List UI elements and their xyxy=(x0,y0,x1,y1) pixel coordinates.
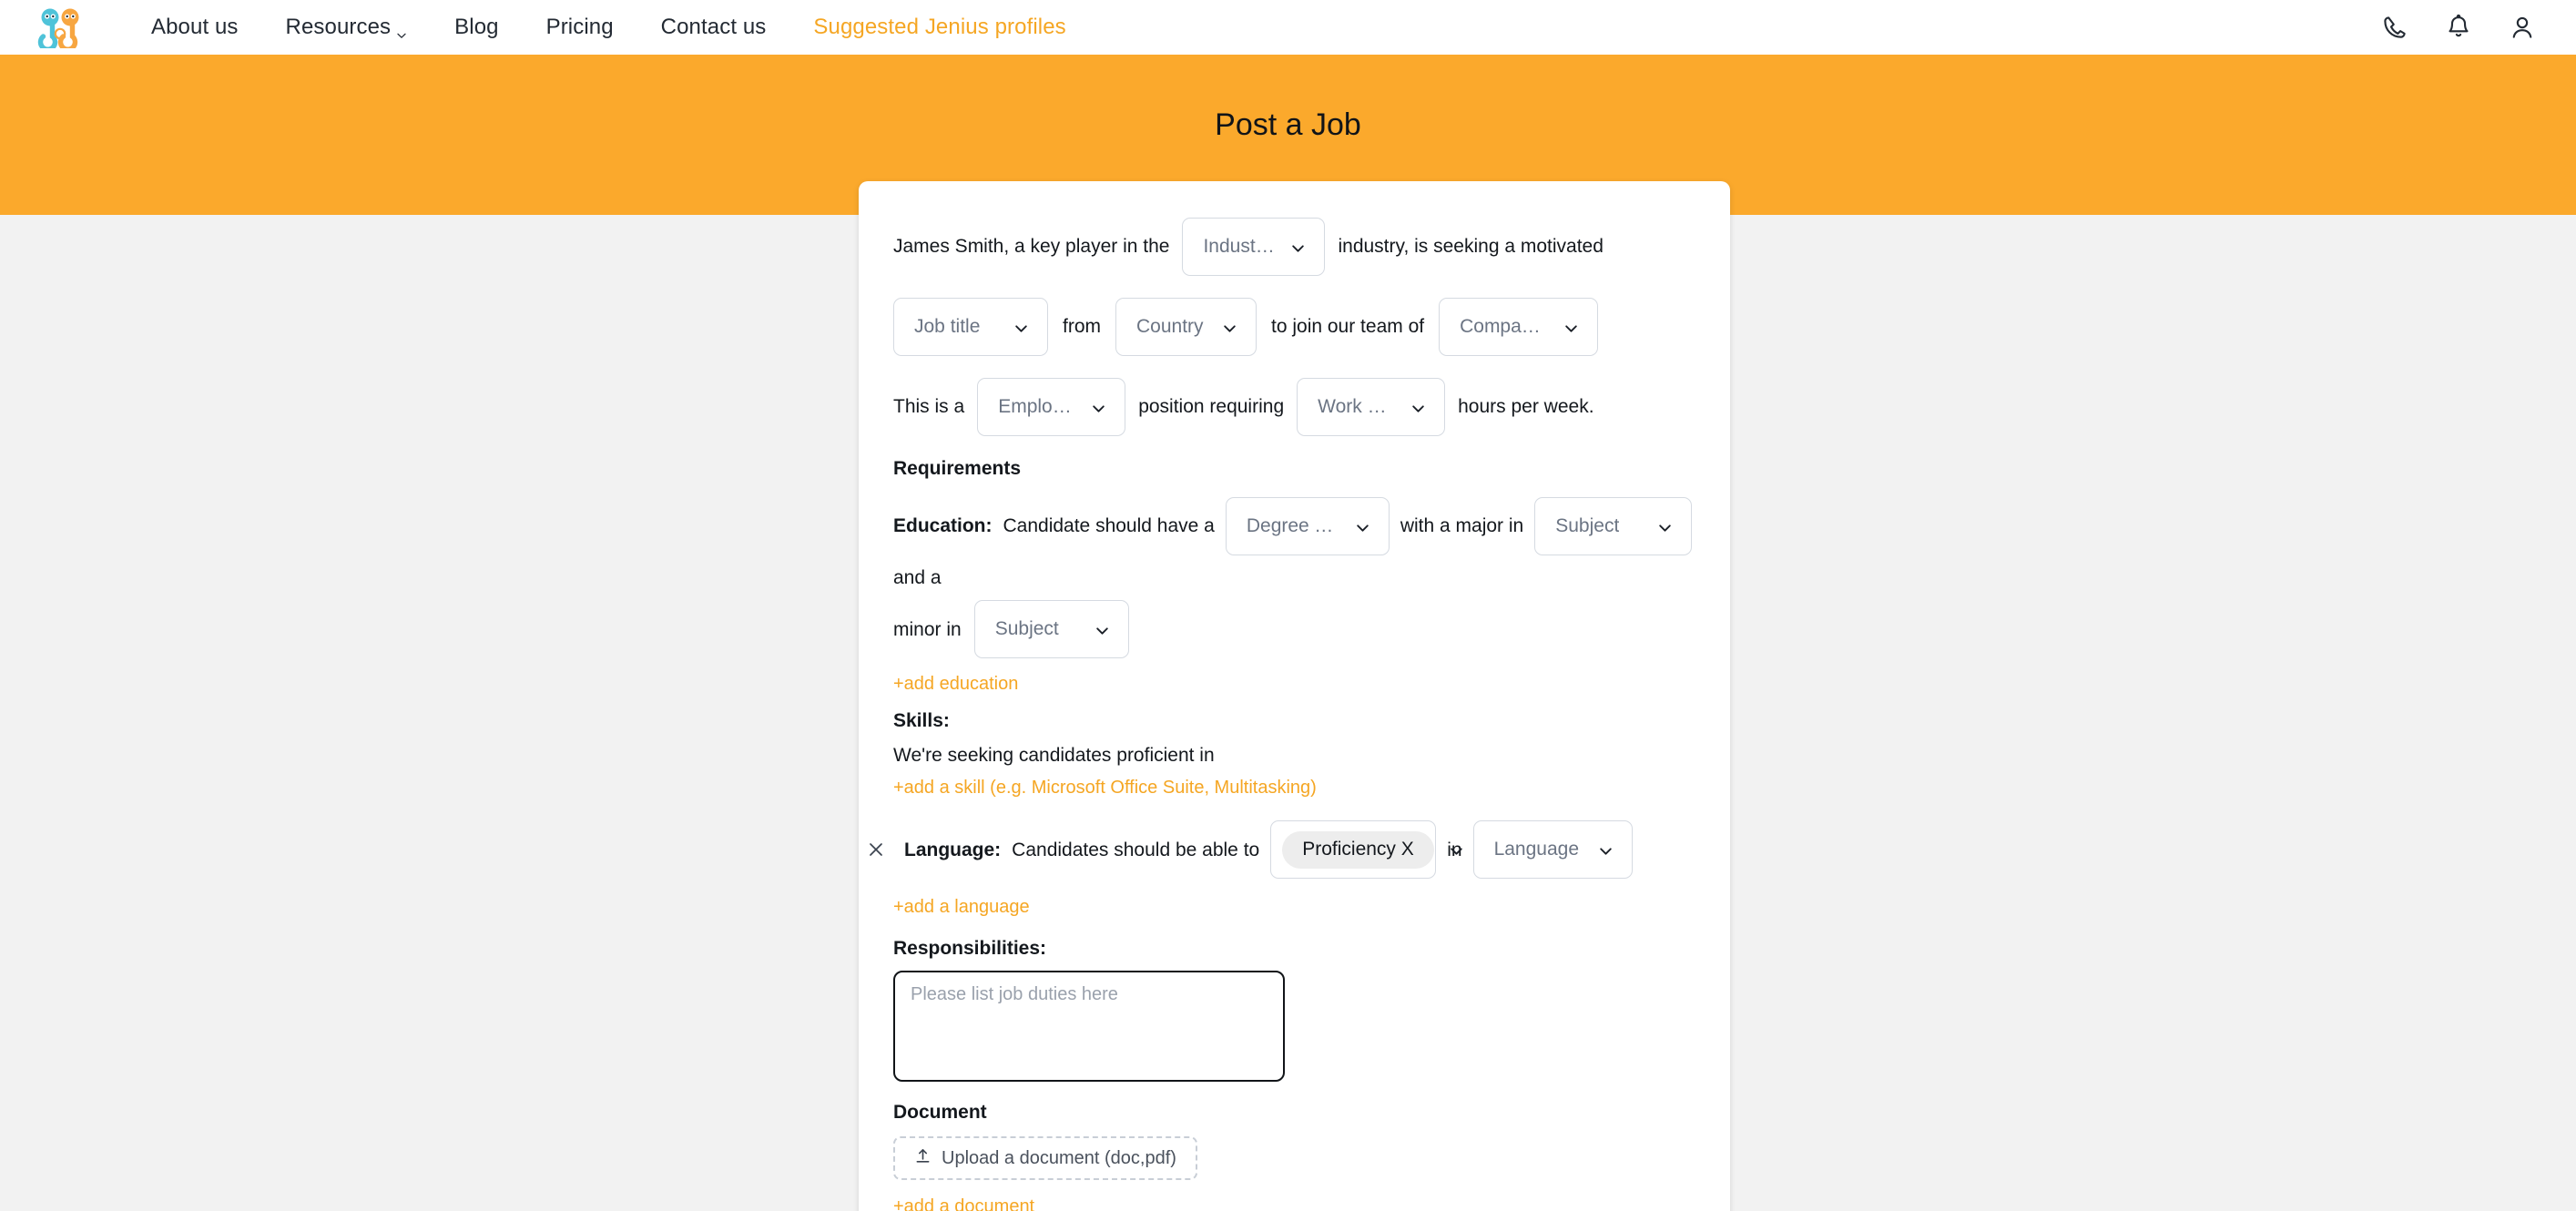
language-select[interactable]: Language xyxy=(1472,820,1633,880)
chevron-down-icon xyxy=(1222,320,1237,335)
intro-row: James Smith, a key player in the Industr… xyxy=(893,218,1695,276)
add-document-link[interactable]: +add a document xyxy=(893,1196,1034,1211)
employment-type-value: Employment ... xyxy=(998,396,1077,417)
phone-icon[interactable] xyxy=(2381,14,2408,41)
page-title: Post a Job xyxy=(1215,107,1361,142)
role-text-team-of: to join our team of xyxy=(1271,316,1425,338)
document-label: Document xyxy=(893,1102,987,1124)
upload-document-label: Upload a document (doc,pdf) xyxy=(942,1147,1176,1168)
nav-link-resources[interactable]: Resources xyxy=(262,15,432,40)
skills-text: We're seeking candidates proficient in xyxy=(893,745,1215,767)
requirements-heading: Requirements xyxy=(893,458,1022,479)
upload-icon xyxy=(914,1147,932,1170)
language-label: Language: xyxy=(904,839,1002,860)
minor-subject-select[interactable]: Subject xyxy=(973,600,1129,659)
chevron-down-icon xyxy=(396,22,407,38)
language-row: Language: Candidates should be able to P… xyxy=(870,820,1695,880)
nav-link-contact-us[interactable]: Contact us xyxy=(637,15,790,40)
job-title-value: Job title xyxy=(914,316,981,337)
education-text-4: minor in xyxy=(893,618,962,640)
degree-type-select[interactable]: Degree Type xyxy=(1225,497,1390,555)
employment-text-this-is-a: This is a xyxy=(893,396,965,418)
add-education-link[interactable]: +add education xyxy=(893,674,1018,695)
document-section: Document Upload a document (doc,pdf) +ad… xyxy=(893,1102,1695,1211)
proficiency-select[interactable]: Proficiency X xyxy=(1270,820,1462,880)
nav-link-label: Resources xyxy=(285,15,392,39)
role-row: Job title from Country to join our team … xyxy=(893,298,1695,356)
nav-link-label: About us xyxy=(151,15,239,39)
education-row-2: minor in Subject xyxy=(893,600,1695,659)
close-icon[interactable] xyxy=(866,840,886,860)
chevron-down-icon xyxy=(1449,842,1464,858)
employment-text-position-requiring: position requiring xyxy=(1138,396,1285,418)
nav-links: About us Resources Blog Pricing Contact … xyxy=(127,15,1090,40)
major-subject-select[interactable]: Subject xyxy=(1534,497,1693,555)
nav-link-label: Contact us xyxy=(660,15,767,39)
minor-subject-value: Subject xyxy=(994,618,1059,640)
add-language-link[interactable]: +add a language xyxy=(893,897,1030,918)
nav-link-blog[interactable]: Blog xyxy=(431,15,522,40)
responsibilities-textarea[interactable] xyxy=(893,971,1285,1083)
nav-icon-group xyxy=(2381,14,2536,41)
proficiency-pill: Proficiency X xyxy=(1282,831,1434,869)
education-label: Education: xyxy=(893,515,993,537)
employment-type-select[interactable]: Employment ... xyxy=(977,378,1126,436)
skills-label: Skills: xyxy=(893,710,950,732)
company-size-value: Company size xyxy=(1460,316,1549,337)
skills-section: Skills: We're seeking candidates profici… xyxy=(893,710,1695,799)
jenius-logo[interactable] xyxy=(36,6,84,52)
education-row-1: Education: Candidate should have a Degre… xyxy=(893,497,1695,589)
nav-link-label: Pricing xyxy=(545,15,614,39)
nav-link-pricing[interactable]: Pricing xyxy=(523,15,637,40)
education-text-2: with a major in xyxy=(1400,515,1524,537)
country-select[interactable]: Country xyxy=(1115,298,1257,356)
chevron-down-icon xyxy=(1563,320,1579,335)
language-text-1: Candidates should be able to xyxy=(1012,839,1260,860)
bell-icon[interactable] xyxy=(2445,14,2472,41)
job-title-select[interactable]: Job title xyxy=(893,298,1048,356)
add-skill-link[interactable]: +add a skill (e.g. Microsoft Office Suit… xyxy=(893,778,1317,799)
post-a-job-form-card: James Smith, a key player in the Industr… xyxy=(859,181,1730,1211)
nav-link-label: Blog xyxy=(454,15,499,39)
language-value: Language xyxy=(1493,839,1580,860)
chevron-down-icon xyxy=(1410,400,1426,415)
requirements-section: Requirements xyxy=(893,458,1695,480)
company-size-select[interactable]: Company size xyxy=(1439,298,1599,356)
upload-document-button[interactable]: Upload a document (doc,pdf) xyxy=(893,1136,1197,1181)
intro-text-after: industry, is seeking a motivated xyxy=(1338,236,1604,258)
industry-name-select[interactable]: Industry name xyxy=(1182,218,1326,276)
intro-text-before: James Smith, a key player in the xyxy=(893,236,1170,258)
education-text-1: Candidate should have a xyxy=(1003,515,1215,537)
work-hours-select[interactable]: Work hours xyxy=(1297,378,1446,436)
chevron-down-icon xyxy=(1290,239,1306,255)
nav-link-label: Suggested Jenius profiles xyxy=(813,15,1066,39)
chevron-down-icon xyxy=(1598,842,1614,858)
chevron-down-icon xyxy=(1095,622,1110,637)
nav-link-about-us[interactable]: About us xyxy=(127,15,262,40)
industry-name-value: Industry name xyxy=(1203,236,1276,257)
country-value: Country xyxy=(1136,316,1204,337)
user-icon[interactable] xyxy=(2509,14,2536,41)
work-hours-value: Work hours xyxy=(1318,396,1396,417)
chevron-down-icon xyxy=(1355,519,1370,534)
responsibilities-section: Responsibilities: xyxy=(893,938,1695,1083)
nav-link-suggested-jenius-profiles[interactable]: Suggested Jenius profiles xyxy=(789,15,1089,40)
role-text-from: from xyxy=(1063,316,1101,338)
chevron-down-icon xyxy=(1013,320,1029,335)
chevron-down-icon xyxy=(1091,400,1106,415)
degree-type-value: Degree Type xyxy=(1246,515,1340,536)
education-text-3: and a xyxy=(893,567,942,588)
top-navigation-bar: About us Resources Blog Pricing Contact … xyxy=(0,0,2576,57)
employment-text-hours-per-week: hours per week. xyxy=(1458,396,1594,418)
chevron-down-icon xyxy=(1657,519,1673,534)
responsibilities-label: Responsibilities: xyxy=(893,938,1047,960)
employment-row: This is a Employment ... position requir… xyxy=(893,378,1695,436)
major-subject-value: Subject xyxy=(1555,515,1620,536)
